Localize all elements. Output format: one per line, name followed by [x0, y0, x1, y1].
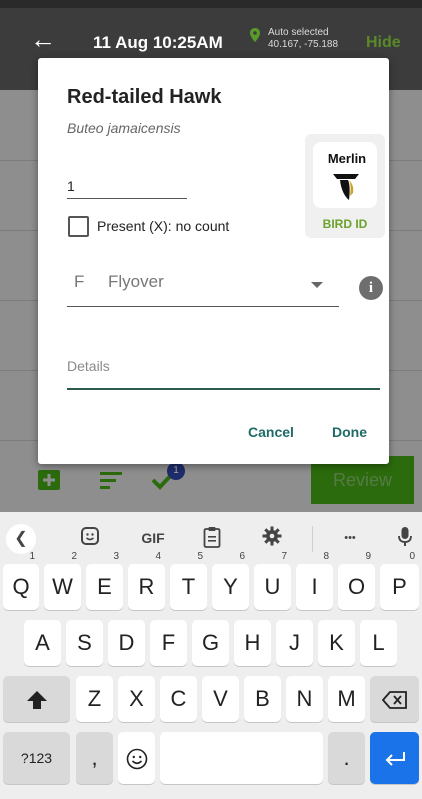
emoji-key[interactable] [118, 732, 155, 784]
key-i[interactable]: I8 [296, 552, 333, 610]
breeding-code: F [74, 272, 85, 291]
enter-key[interactable] [370, 732, 419, 784]
location-pin-icon [250, 28, 260, 42]
key-a[interactable]: A [24, 620, 61, 666]
count-input[interactable] [67, 174, 187, 199]
hide-button[interactable]: Hide [366, 34, 401, 52]
key-n[interactable]: N [286, 676, 323, 722]
key-m[interactable]: M [328, 676, 365, 722]
backspace-key[interactable] [370, 676, 419, 722]
present-checkbox-label[interactable]: Present (X): no count [97, 218, 229, 234]
key-c[interactable]: C [160, 676, 197, 722]
emoji-icon [126, 748, 147, 770]
breeding-code-select[interactable]: F Flyover [67, 262, 339, 307]
key-l[interactable]: L [360, 620, 397, 666]
status-bar [0, 0, 422, 8]
species-scientific-name: Buteo jamaicensis [67, 120, 181, 136]
location-status: Auto selected [268, 27, 329, 38]
present-checkbox[interactable] [68, 216, 89, 237]
merlin-brand: Merlin [327, 151, 367, 166]
sticker-icon[interactable] [78, 526, 102, 550]
key-d[interactable]: D [108, 620, 145, 666]
gif-button[interactable]: GIF [133, 526, 173, 550]
info-icon[interactable]: i [359, 276, 383, 300]
keyboard-toolbar: ❮ GIF ••• [0, 512, 422, 564]
species-entry-dialog: Red-tailed Hawk Buteo jamaicensis Presen… [38, 58, 389, 464]
done-button[interactable]: Done [332, 424, 367, 440]
sort-icon[interactable] [100, 470, 122, 490]
key-h[interactable]: H [234, 620, 271, 666]
key-g[interactable]: G [192, 620, 229, 666]
key-z[interactable]: Z [76, 676, 113, 722]
dropdown-arrow-icon [311, 282, 323, 288]
settings-gear-icon[interactable] [260, 526, 284, 550]
species-common-name: Red-tailed Hawk [67, 86, 222, 108]
merlin-bird-icon [333, 174, 359, 200]
key-f[interactable]: F [150, 620, 187, 666]
count-badge: 1 [167, 462, 185, 480]
enter-arrow-icon [385, 752, 405, 766]
keyboard-back-chevron-icon[interactable]: ❮ [6, 524, 36, 554]
key-o[interactable]: O9 [338, 552, 375, 610]
shift-arrow-icon [26, 691, 47, 710]
key-w[interactable]: W2 [44, 552, 81, 610]
merlin-bird-id-button[interactable]: Merlin BIRD ID [305, 134, 385, 238]
key-t[interactable]: T5 [170, 552, 207, 610]
key-v[interactable]: V [202, 676, 239, 722]
key-s[interactable]: S [66, 620, 103, 666]
details-field[interactable] [67, 344, 380, 390]
key-b[interactable]: B [244, 676, 281, 722]
key-k[interactable]: K [318, 620, 355, 666]
back-arrow-icon[interactable]: ← [30, 26, 56, 52]
breeding-code-label: Flyover [108, 272, 164, 291]
microphone-icon[interactable] [395, 526, 415, 550]
period-key[interactable]: . [328, 732, 365, 784]
bird-id-label: BIRD ID [322, 217, 368, 231]
key-e[interactable]: E3 [86, 552, 123, 610]
key-p[interactable]: P0 [380, 552, 419, 610]
soft-keyboard: ❮ GIF ••• Q1 W2 E3 R4 T5 Y6 U7 I8 O9 P0 … [0, 512, 422, 799]
checklist-datetime[interactable]: 11 Aug 10:25AM [93, 33, 223, 53]
key-x[interactable]: X [118, 676, 155, 722]
more-options-button[interactable]: ••• [335, 526, 365, 550]
space-bar[interactable] [160, 732, 323, 784]
symbols-key[interactable]: ?123 [3, 732, 70, 784]
comma-key[interactable]: , [76, 732, 113, 784]
shift-key[interactable] [3, 676, 70, 722]
backspace-icon [381, 691, 407, 710]
cancel-button[interactable]: Cancel [248, 424, 294, 440]
key-y[interactable]: Y6 [212, 552, 249, 610]
add-species-icon[interactable] [38, 470, 60, 490]
toolbar-divider [312, 526, 313, 552]
key-j[interactable]: J [276, 620, 313, 666]
clipboard-icon[interactable] [200, 526, 224, 550]
key-u[interactable]: U7 [254, 552, 291, 610]
location-coords: 40.167, -75.188 [268, 39, 339, 50]
key-q[interactable]: Q1 [3, 552, 39, 610]
merlin-logo-tile: Merlin [313, 142, 377, 208]
key-r[interactable]: R4 [128, 552, 165, 610]
